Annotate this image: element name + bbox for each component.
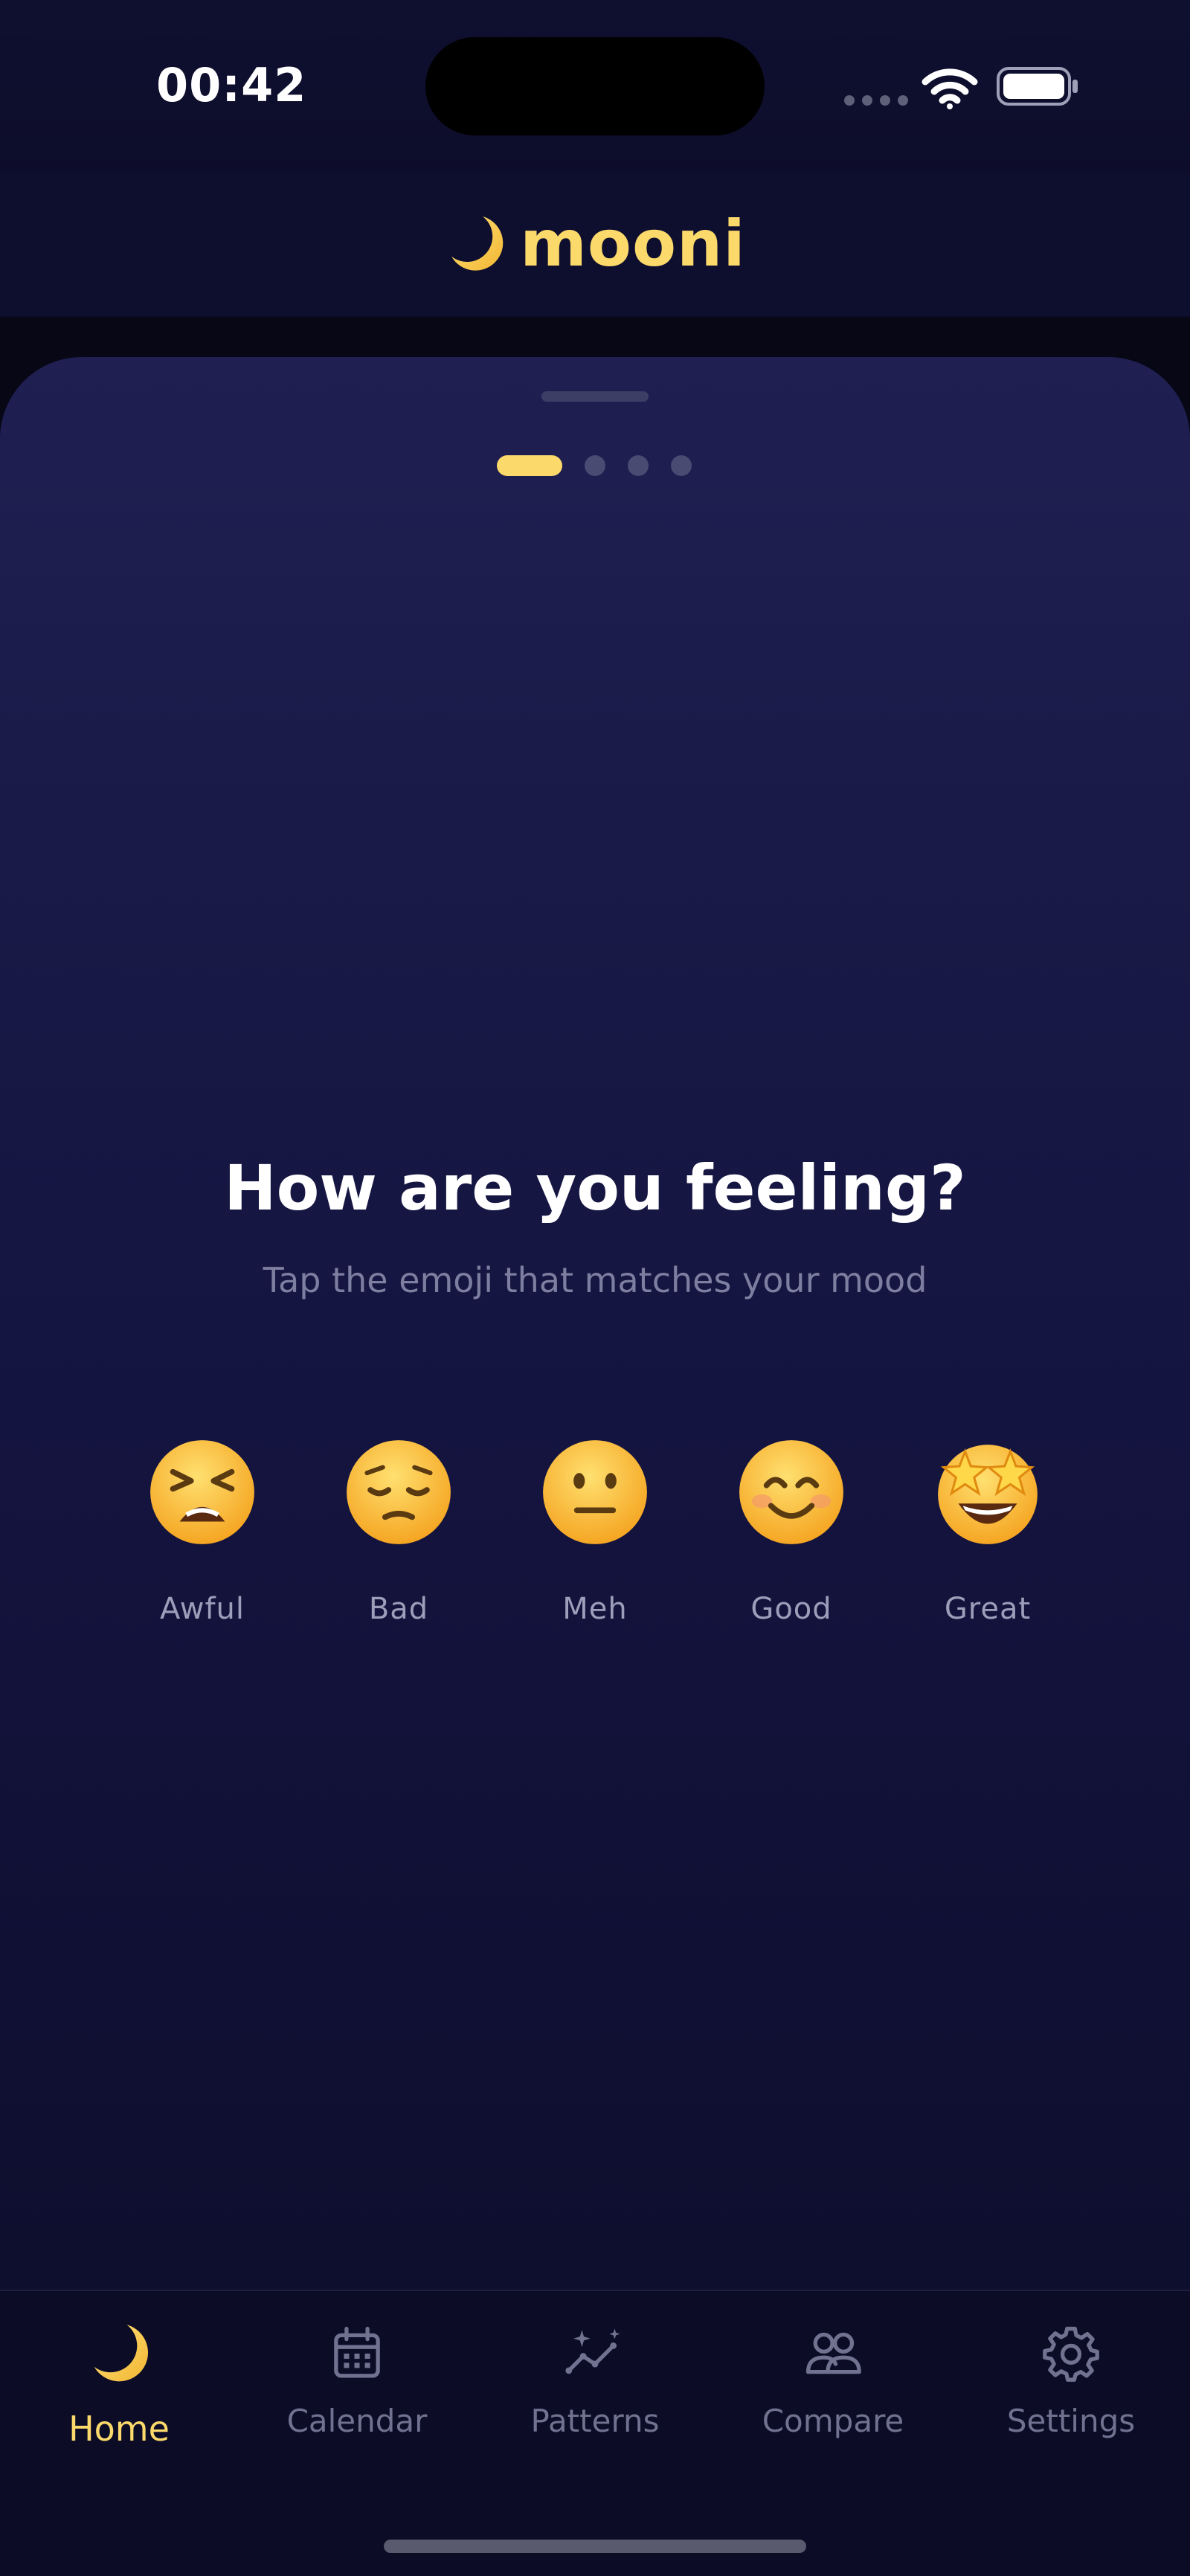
cellular-signal-icon bbox=[844, 95, 908, 106]
page-dot-1[interactable] bbox=[497, 455, 562, 476]
page-dot-3[interactable] bbox=[628, 455, 649, 476]
app-name: mooni bbox=[520, 206, 746, 281]
home-indicator[interactable] bbox=[384, 2540, 806, 2553]
dynamic-island bbox=[425, 37, 765, 135]
tab-label-patterns: Patterns bbox=[530, 2403, 660, 2439]
gear-icon bbox=[1043, 2326, 1099, 2382]
mood-option-good[interactable]: Good bbox=[702, 1436, 881, 1644]
page-indicator bbox=[497, 455, 692, 476]
tab-label-home: Home bbox=[68, 2409, 170, 2449]
chart-sparkle-icon bbox=[565, 2328, 620, 2374]
battery-full-icon bbox=[997, 67, 1078, 106]
tab-patterns[interactable]: Patterns bbox=[476, 2321, 714, 2470]
mood-option-awful[interactable]: Awful bbox=[113, 1436, 292, 1644]
mood-label-great: Great bbox=[944, 1592, 1032, 1626]
tab-label-compare: Compare bbox=[762, 2403, 904, 2439]
app-header: mooni bbox=[0, 171, 1190, 318]
app-logo: mooni bbox=[0, 171, 1190, 316]
status-bar: 00:42 bbox=[0, 0, 1190, 171]
page-dot-2[interactable] bbox=[585, 455, 605, 476]
status-time: 00:42 bbox=[156, 58, 307, 112]
tab-label-calendar: Calendar bbox=[286, 2403, 428, 2439]
tab-calendar[interactable]: Calendar bbox=[238, 2321, 476, 2470]
page-dot-4[interactable] bbox=[671, 455, 692, 476]
tired-face-emoji bbox=[150, 1440, 254, 1544]
mood-options: Awful Bad Meh Good Great bbox=[113, 1436, 1077, 1644]
calendar-icon bbox=[334, 2326, 380, 2378]
crescent-moon-icon bbox=[94, 2325, 149, 2382]
mood-label-meh: Meh bbox=[562, 1592, 628, 1626]
mood-label-good: Good bbox=[750, 1592, 832, 1626]
people-icon bbox=[805, 2332, 861, 2374]
neutral-face-emoji bbox=[543, 1440, 647, 1544]
crescent-moon-icon bbox=[451, 216, 504, 271]
tab-label-settings: Settings bbox=[1006, 2403, 1136, 2439]
pensive-face-emoji bbox=[347, 1440, 451, 1544]
mood-sheet bbox=[0, 357, 1190, 2290]
mood-question-subtitle: Tap the emoji that matches your mood bbox=[263, 1260, 927, 1300]
mood-label-bad: Bad bbox=[368, 1592, 429, 1626]
tab-settings[interactable]: Settings bbox=[952, 2321, 1190, 2470]
smiling-face-emoji bbox=[739, 1440, 843, 1544]
mood-question-title: How are you feeling? bbox=[224, 1152, 966, 1224]
star-struck-emoji bbox=[938, 1445, 1038, 1544]
mood-label-awful: Awful bbox=[159, 1592, 245, 1626]
sheet-grabber[interactable] bbox=[541, 391, 649, 402]
wifi-icon bbox=[922, 68, 978, 109]
mood-option-meh[interactable]: Meh bbox=[506, 1436, 684, 1644]
tab-compare[interactable]: Compare bbox=[714, 2321, 952, 2470]
tab-home[interactable]: Home bbox=[0, 2321, 238, 2470]
mood-option-bad[interactable]: Bad bbox=[309, 1436, 488, 1644]
mood-option-great[interactable]: Great bbox=[898, 1436, 1077, 1644]
